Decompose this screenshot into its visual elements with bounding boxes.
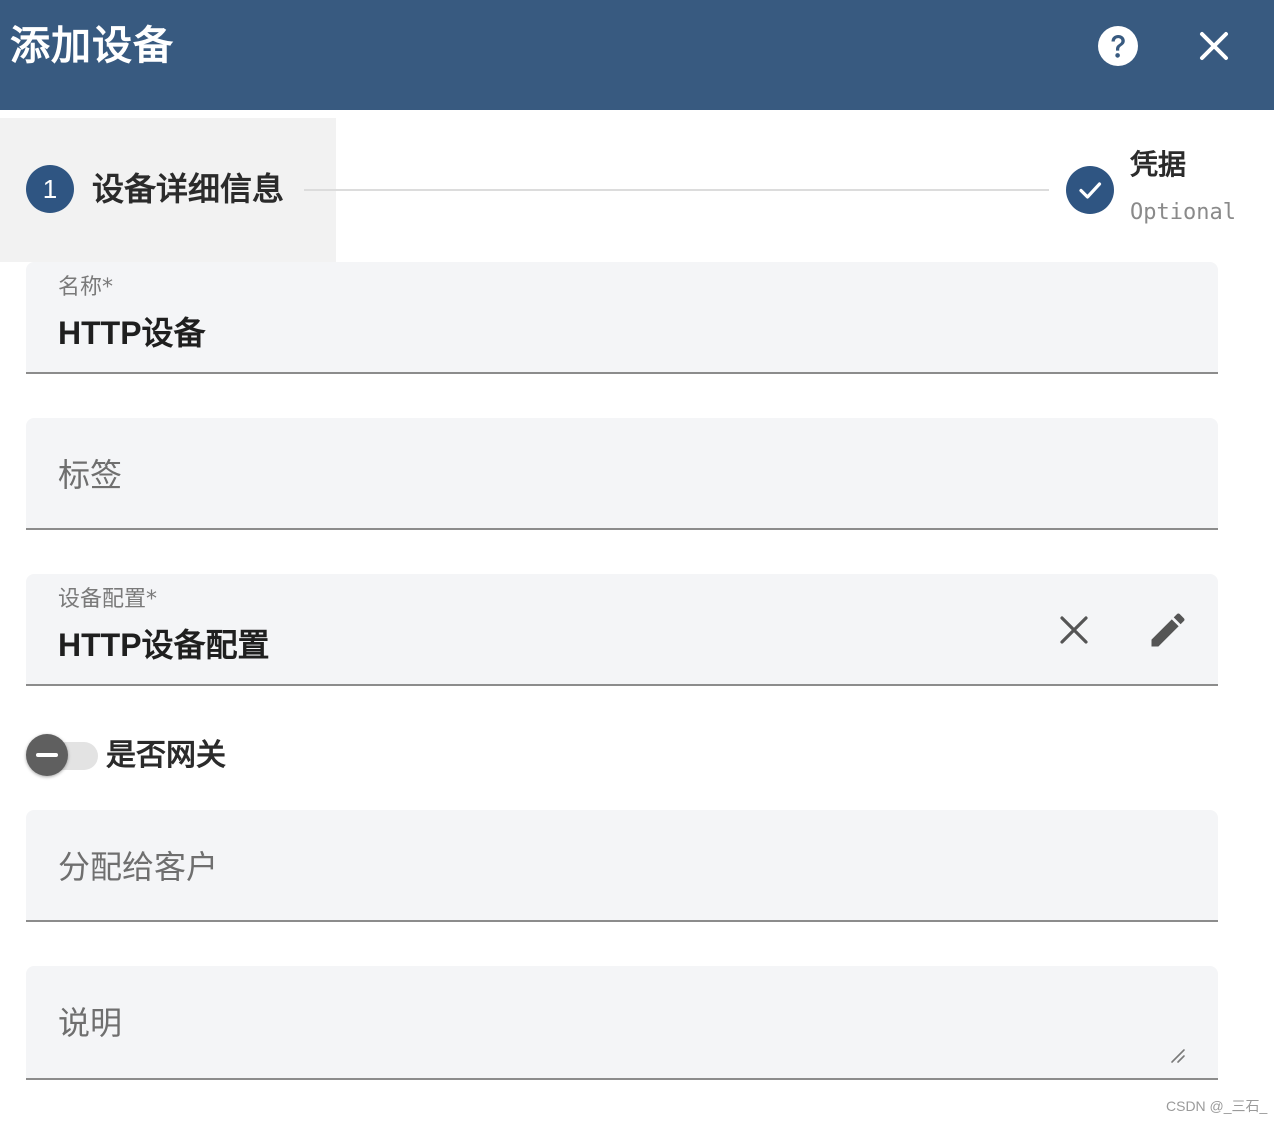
step-1-number[interactable]: 1 (26, 165, 74, 213)
stepper-connector-line (304, 189, 1049, 191)
close-icon (1200, 32, 1228, 60)
assign-customer-placeholder: 分配给客户 (58, 848, 219, 886)
tags-field[interactable]: 标签 (26, 418, 1218, 530)
device-profile-field[interactable]: 设备配置* HTTP设备配置 (26, 574, 1218, 686)
textarea-resize-handle[interactable] (1166, 1044, 1186, 1064)
step-2-label[interactable]: 凭据 (1130, 146, 1186, 184)
name-field-label: 名称* (58, 275, 114, 300)
help-icon (1098, 26, 1138, 66)
device-profile-label: 设备配置* (58, 587, 158, 612)
gateway-toggle-label[interactable]: 是否网关 (106, 736, 226, 776)
check-icon (1079, 182, 1102, 199)
step-1-label[interactable]: 设备详细信息 (92, 168, 284, 210)
edit-icon (1151, 613, 1185, 647)
assign-customer-field[interactable]: 分配给客户 (26, 810, 1218, 922)
dialog-header: 添加设备 (0, 0, 1274, 110)
watermark: CSDN @_三石_ (1166, 1098, 1268, 1114)
resize-grip-icon (1171, 1049, 1185, 1063)
close-dialog-button[interactable] (1194, 26, 1234, 66)
gateway-toggle[interactable] (26, 734, 98, 778)
name-field[interactable]: 名称* HTTP设备 (26, 262, 1218, 374)
step-2-optional-label: Optional (1130, 200, 1236, 225)
tags-field-placeholder: 标签 (58, 456, 123, 494)
description-field[interactable]: 说明 (26, 966, 1218, 1080)
dialog-title: 添加设备 (10, 23, 174, 69)
description-placeholder: 说明 (58, 1004, 123, 1042)
edit-device-profile-button[interactable] (1146, 608, 1190, 652)
step-2-indicator[interactable] (1066, 166, 1114, 214)
device-profile-value[interactable]: HTTP设备配置 (58, 624, 270, 666)
help-button[interactable] (1097, 25, 1139, 67)
clear-device-profile-button[interactable] (1054, 610, 1094, 650)
gateway-toggle-thumb (26, 734, 68, 776)
clear-icon (1060, 616, 1088, 644)
add-device-dialog: 添加设备 1 设备详细信息 凭据 Optional 名称* HTTP设备 标签 (0, 0, 1274, 1122)
name-field-value[interactable]: HTTP设备 (58, 312, 206, 354)
